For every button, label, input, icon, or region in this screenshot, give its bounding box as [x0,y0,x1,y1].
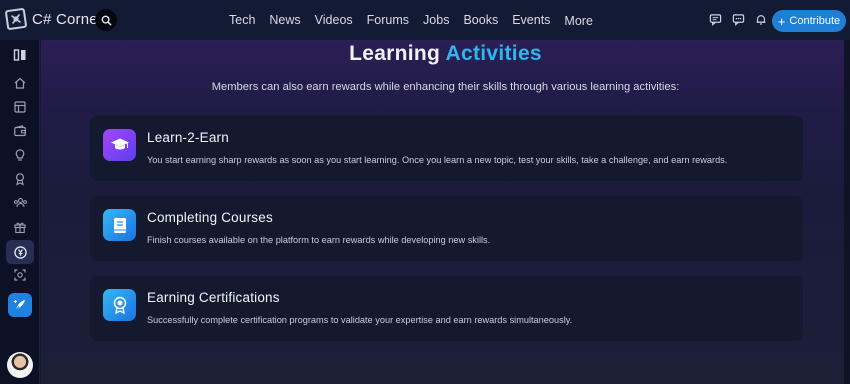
graduation-cap-icon [103,129,136,161]
feather-pen-icon [14,300,25,311]
page-title-part1: Learning [349,42,441,65]
card-description: Finish courses available on the platform… [147,235,491,245]
nav-item-videos[interactable]: Videos [315,13,353,27]
certificate-icon [103,289,136,321]
wallet-icon[interactable] [11,122,29,140]
search-icon [101,15,112,26]
messages-icon[interactable] [731,12,745,26]
card-description: You start earning sharp rewards as soon … [147,155,728,165]
dashboard-icon[interactable] [11,98,29,116]
page-title-part2: Activities [445,42,542,65]
nav-item-more[interactable]: More [564,14,592,28]
nav-item-tech[interactable]: Tech [229,13,255,27]
gift-icon[interactable] [11,218,29,236]
community-icon[interactable] [11,194,29,212]
card-title: Earning Certifications [147,290,280,305]
sidebar-toggle-icon[interactable] [11,46,29,64]
activity-card-learn-2-earn: Learn-2-Earn You start earning sharp rew… [90,115,803,181]
rewards-coin-icon [13,245,27,259]
page-title: Learning Activities [41,42,850,66]
sidebar-item-rewards[interactable] [6,240,34,264]
contribute-label: Contribute [789,15,841,27]
user-avatar[interactable] [7,352,33,378]
header-actions [708,12,768,26]
main-content: Learning Activities Members can also ear… [41,40,850,384]
contribute-button[interactable]: + Contribute [772,10,846,32]
nav-item-news[interactable]: News [269,13,300,27]
plus-icon: + [777,13,786,29]
nav-item-events[interactable]: Events [512,13,550,27]
card-description: Successfully complete certification prog… [147,315,573,325]
card-title: Completing Courses [147,210,273,225]
nav-item-books[interactable]: Books [463,13,498,27]
chat-icon[interactable] [708,12,722,26]
lightbulb-icon[interactable] [11,146,29,164]
activity-card-completing-courses: Completing Courses Finish courses availa… [90,195,803,261]
nav-item-forums[interactable]: Forums [367,13,409,27]
bell-icon[interactable] [754,12,768,26]
brand-logo-icon [4,7,28,31]
search-button[interactable] [95,9,117,31]
activity-card-earning-certifications: Earning Certifications Successfully comp… [90,275,803,341]
page-subtitle: Members can also earn rewards while enha… [211,81,680,93]
scrollbar-track[interactable] [844,40,850,384]
top-navigation-bar: C# Corner Tech News Videos Forums Jobs B… [0,0,850,40]
card-title: Learn-2-Earn [147,130,229,145]
home-icon[interactable] [11,74,29,92]
book-icon [103,209,136,241]
nav-item-jobs[interactable]: Jobs [423,13,449,27]
brand-name: C# Corner [32,10,103,28]
main-nav: Tech News Videos Forums Jobs Books Event… [229,0,607,40]
left-sidebar [0,40,40,384]
create-post-button[interactable] [8,293,32,317]
brand-logo[interactable]: C# Corner [4,7,103,31]
scan-icon[interactable] [11,266,29,284]
award-icon[interactable] [11,170,29,188]
